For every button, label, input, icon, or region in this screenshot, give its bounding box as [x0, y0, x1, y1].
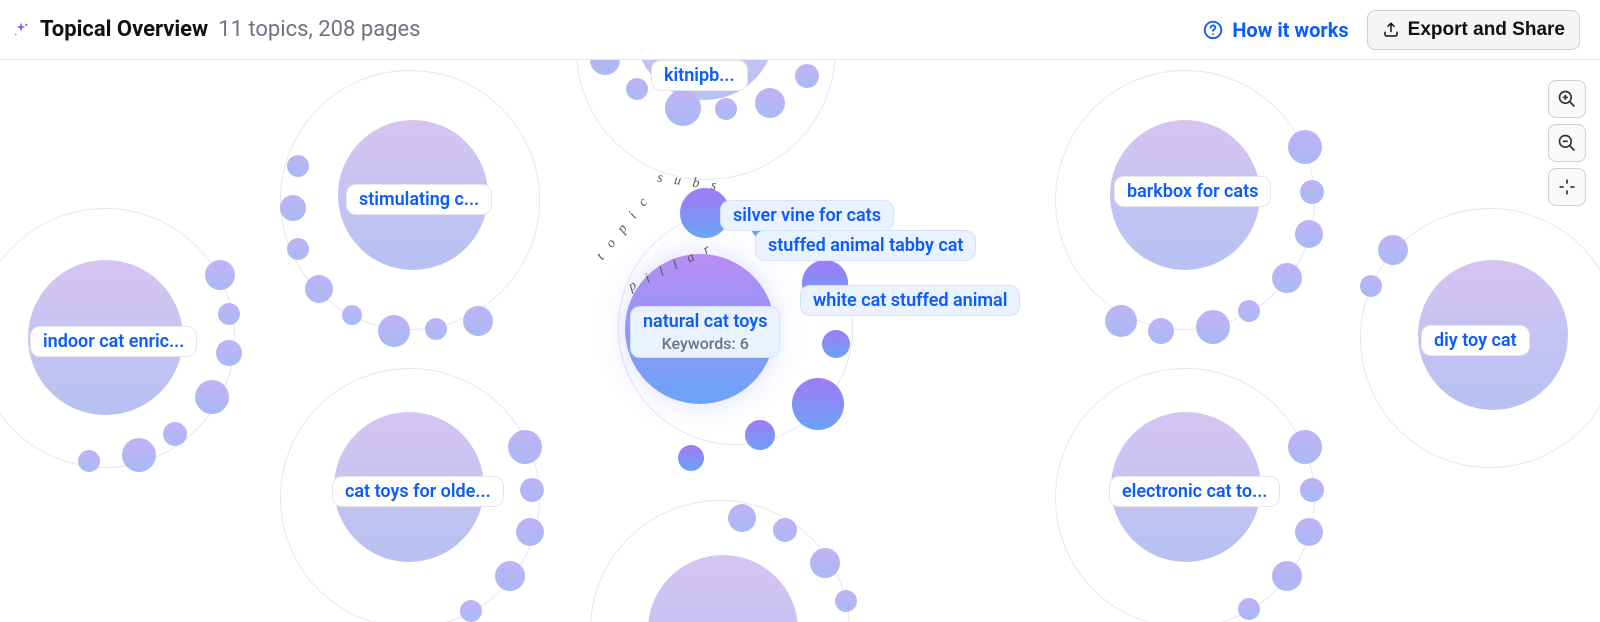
cluster-chip-stimulating[interactable]: stimulating c... — [346, 184, 492, 215]
zoom-out-button[interactable] — [1548, 124, 1586, 162]
export-share-button[interactable]: Export and Share — [1367, 10, 1580, 50]
chip-stuffed-tabby[interactable]: stuffed animal tabby cat — [755, 230, 976, 261]
cluster-sub[interactable] — [78, 450, 100, 472]
cluster-sub[interactable] — [1238, 300, 1260, 322]
cluster-sub[interactable] — [218, 303, 240, 325]
cluster-sub[interactable] — [1238, 598, 1260, 620]
header: Topical Overview 11 topics, 208 pages Ho… — [0, 0, 1600, 60]
zoom-out-icon — [1557, 133, 1577, 153]
recenter-button[interactable] — [1548, 168, 1586, 206]
cluster-sub[interactable] — [216, 340, 242, 366]
cluster-sub[interactable] — [378, 315, 410, 347]
cluster-sub[interactable] — [280, 195, 306, 221]
cluster-chip-diy[interactable]: diy toy cat — [1421, 325, 1530, 356]
header-left: Topical Overview 11 topics, 208 pages — [12, 17, 421, 42]
how-it-works-link[interactable]: How it works — [1202, 18, 1348, 42]
upload-icon — [1382, 21, 1400, 39]
zoom-controls — [1548, 80, 1586, 206]
cluster-sub[interactable] — [1196, 310, 1230, 344]
central-sub[interactable] — [822, 330, 850, 358]
cluster-sub[interactable] — [460, 600, 482, 622]
cluster-sub[interactable] — [163, 422, 187, 446]
cluster-sub[interactable] — [626, 78, 648, 100]
cluster-sub[interactable] — [195, 380, 229, 414]
chip-silver-vine[interactable]: silver vine for cats — [720, 200, 894, 231]
sparkle-icon — [12, 21, 30, 39]
cluster-sub[interactable] — [728, 504, 756, 532]
cluster-sub[interactable] — [1295, 220, 1323, 248]
cluster-sub[interactable] — [1288, 130, 1322, 164]
cluster-sub[interactable] — [1295, 518, 1323, 546]
central-sub[interactable] — [678, 445, 704, 471]
chip-central-pillar[interactable]: natural cat toys Keywords: 6 — [630, 306, 780, 358]
help-circle-icon — [1202, 19, 1224, 41]
export-btn-label: Export and Share — [1408, 19, 1565, 41]
cluster-sub[interactable] — [1272, 263, 1302, 293]
page-subtitle: 11 topics, 208 pages — [218, 17, 420, 42]
cluster-chip-barkbox[interactable]: barkbox for cats — [1114, 176, 1271, 207]
cluster-sub[interactable] — [665, 90, 701, 126]
central-sub[interactable] — [745, 420, 775, 450]
chip-white-stuffed[interactable]: white cat stuffed animal — [800, 285, 1020, 316]
zoom-in-button[interactable] — [1548, 80, 1586, 118]
cluster-sub[interactable] — [1360, 275, 1382, 297]
cluster-sub[interactable] — [205, 260, 235, 290]
cluster-sub[interactable] — [425, 318, 447, 340]
cluster-chip-electronic[interactable]: electronic cat to... — [1109, 476, 1280, 507]
topic-map-canvas[interactable]: kitnipb... barkbox for cats diy toy cat … — [0, 60, 1600, 622]
cluster-sub[interactable] — [516, 518, 544, 546]
cluster-sub[interactable] — [835, 590, 857, 612]
cluster-sub[interactable] — [122, 438, 156, 472]
cluster-sub[interactable] — [508, 430, 542, 464]
cluster-sub[interactable] — [773, 518, 797, 542]
cluster-sub[interactable] — [287, 238, 309, 260]
cluster-sub[interactable] — [755, 88, 785, 118]
cluster-sub[interactable] — [715, 98, 737, 120]
cluster-sub[interactable] — [520, 478, 544, 502]
cluster-sub[interactable] — [795, 64, 819, 88]
cluster-sub[interactable] — [1378, 235, 1408, 265]
zoom-in-icon — [1557, 89, 1577, 109]
cluster-sub[interactable] — [1105, 305, 1137, 337]
cluster-sub[interactable] — [810, 548, 840, 578]
how-link-label: How it works — [1232, 18, 1348, 42]
cluster-chip-indoor[interactable]: indoor cat enric... — [30, 326, 197, 357]
cluster-sub[interactable] — [1300, 478, 1324, 502]
cluster-sub[interactable] — [287, 155, 309, 177]
central-sub[interactable] — [792, 378, 844, 430]
central-keywords: Keywords: 6 — [643, 334, 767, 353]
cluster-sub[interactable] — [463, 306, 493, 336]
cluster-sub[interactable] — [305, 275, 333, 303]
cluster-sub[interactable] — [1272, 561, 1302, 591]
central-title: natural cat toys — [643, 311, 767, 332]
cluster-chip-older[interactable]: cat toys for olde... — [332, 476, 504, 507]
header-right: How it works Export and Share — [1202, 10, 1580, 50]
cluster-sub[interactable] — [495, 561, 525, 591]
page-title: Topical Overview — [40, 17, 208, 42]
cluster-sub[interactable] — [1148, 318, 1174, 344]
recenter-icon — [1557, 177, 1577, 197]
cluster-sub[interactable] — [1300, 180, 1324, 204]
cluster-sub[interactable] — [342, 305, 362, 325]
cluster-chip-kitnip[interactable]: kitnipb... — [651, 60, 748, 91]
cluster-sub[interactable] — [1288, 430, 1322, 464]
